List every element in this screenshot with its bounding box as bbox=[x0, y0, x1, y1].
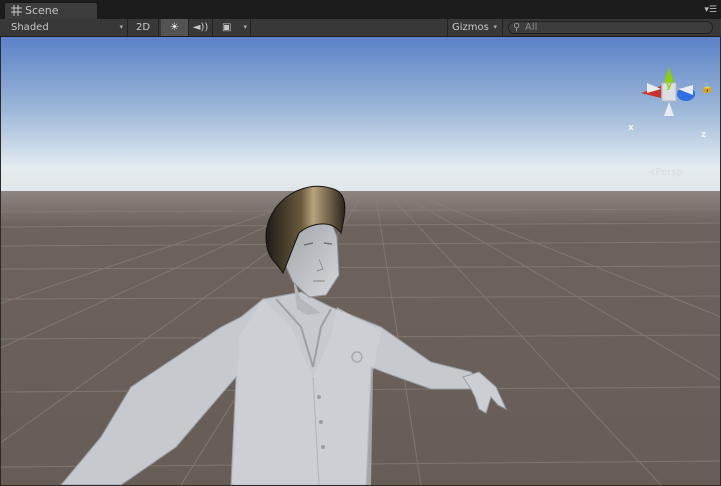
gizmos-dropdown[interactable]: Gizmos ▾ bbox=[447, 19, 503, 36]
scene-viewport[interactable]: 🔒 y x z ⋖Persp bbox=[1, 37, 720, 485]
tab-bar: Scene ▾☰ bbox=[0, 0, 721, 19]
lock-icon[interactable]: 🔒 bbox=[701, 83, 713, 94]
sky bbox=[1, 37, 720, 197]
search-placeholder: All bbox=[525, 22, 538, 33]
search-icon: ⚲ bbox=[513, 22, 521, 33]
chevron-down-icon: ▾ bbox=[119, 23, 123, 31]
gizmos-label: Gizmos bbox=[452, 22, 489, 33]
tab-scene[interactable]: Scene bbox=[4, 2, 98, 19]
axis-label-y: y bbox=[666, 81, 672, 91]
tab-label: Scene bbox=[25, 4, 59, 17]
search-input[interactable]: ⚲ All bbox=[508, 21, 713, 34]
axis-label-z: z bbox=[701, 130, 707, 140]
projection-toggle[interactable]: ⋖Persp bbox=[647, 167, 683, 178]
scene-window: Scene ▾☰ Shaded ▾ 2D ☀ ◄)) ▣ ▾ Gizmos ▾ … bbox=[0, 0, 721, 486]
scene-toolbar: Shaded ▾ 2D ☀ ◄)) ▣ ▾ Gizmos ▾ ⚲ All bbox=[0, 19, 721, 37]
sun-icon[interactable]: ☀ bbox=[161, 19, 189, 36]
scene-canvas bbox=[1, 37, 720, 485]
shading-mode-label: Shaded bbox=[11, 22, 49, 33]
shading-mode-dropdown[interactable]: Shaded ▾ bbox=[0, 19, 128, 36]
2d-mode-button[interactable]: 2D bbox=[128, 19, 159, 36]
projection-label: Persp bbox=[655, 167, 683, 178]
chevron-down-icon: ▾ bbox=[243, 23, 247, 31]
scene-grid-icon bbox=[11, 5, 22, 16]
axis-label-x: x bbox=[628, 123, 634, 133]
speaker-icon[interactable]: ◄)) bbox=[189, 19, 213, 36]
panel-menu-icon[interactable]: ▾☰ bbox=[704, 6, 717, 15]
chevron-down-icon: ▾ bbox=[493, 23, 497, 31]
image-effects-dropdown[interactable]: ▣ ▾ bbox=[215, 19, 251, 36]
image-effects-icon: ▣ bbox=[222, 22, 232, 33]
